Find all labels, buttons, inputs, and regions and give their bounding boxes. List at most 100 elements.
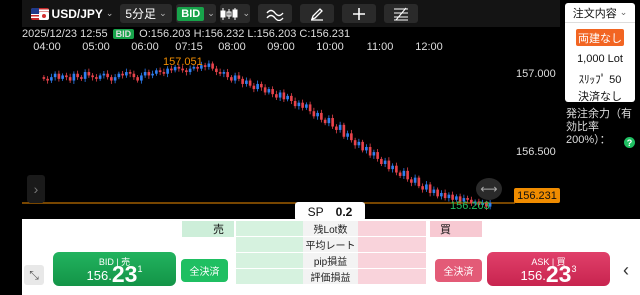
- settlement-value[interactable]: 決済なし: [565, 88, 635, 104]
- price-tick-label: 156.500: [516, 146, 556, 158]
- candle: [320, 109, 323, 123]
- candle: [237, 72, 241, 82]
- candle: [113, 74, 117, 84]
- candle: [260, 81, 263, 91]
- candle: [136, 75, 139, 83]
- chevron-down-icon: ⌄: [105, 8, 114, 18]
- ask-price-main: 23: [545, 261, 572, 287]
- buy-header: 買: [430, 221, 482, 237]
- candle: [338, 121, 342, 133]
- candle: [436, 187, 439, 199]
- currency-pair-selector[interactable]: USD/JPY ⌄: [28, 4, 116, 23]
- candle: [65, 72, 68, 81]
- candle: [110, 74, 113, 84]
- chevron-down-icon: ⌄: [242, 8, 250, 18]
- candle: [346, 130, 349, 140]
- candle: [286, 93, 289, 102]
- candle: [233, 72, 237, 84]
- candle: [57, 70, 61, 82]
- candle: [278, 90, 282, 101]
- chevron-right-icon: ›: [33, 181, 39, 197]
- candle: [102, 71, 106, 79]
- hedge-mode-button[interactable]: 両建なし: [576, 29, 624, 46]
- sell-position-column: [236, 221, 303, 286]
- average-rate-label: 平均レート: [303, 237, 358, 252]
- candle: [147, 69, 151, 79]
- candle: [106, 70, 109, 80]
- spread-box: SP 0.2: [295, 202, 365, 221]
- price-type-selector[interactable]: BID ⌄: [176, 4, 216, 23]
- order-settings-title: 注文内容: [572, 7, 617, 20]
- price-tick-label: 157.000: [516, 68, 556, 80]
- high-price-label: 157.051: [163, 56, 203, 68]
- candle: [312, 107, 316, 119]
- candle: [128, 69, 132, 78]
- sell-bid-button[interactable]: BID | 売 156. 23 1: [53, 252, 176, 286]
- candle: [335, 124, 338, 134]
- collapse-icon[interactable]: ⤡: [24, 265, 44, 285]
- help-icon[interactable]: ?: [624, 137, 635, 148]
- scroll-chart-handle[interactable]: ⟷: [476, 178, 502, 200]
- timeframe-selector[interactable]: 5分足 ⌄: [120, 4, 172, 23]
- candle: [218, 68, 222, 77]
- ask-price-pip: 3: [571, 264, 577, 274]
- settle-all-buy-button[interactable]: 全決済: [435, 259, 482, 282]
- current-price-tag: 156.231: [514, 188, 560, 203]
- candle: [256, 80, 259, 92]
- candle: [331, 114, 334, 129]
- candle: [413, 174, 417, 186]
- buy-ask-button[interactable]: ASK | 買 156. 23 3: [487, 252, 610, 286]
- slippage-value[interactable]: ｽﾘｯﾌﾟ 50: [565, 71, 635, 87]
- time-tick-label: 08:00: [218, 41, 246, 53]
- candle: [143, 68, 147, 78]
- candle: [42, 75, 46, 81]
- candle: [406, 167, 409, 182]
- chevron-left-icon[interactable]: ‹: [617, 255, 635, 285]
- candle: [203, 62, 207, 71]
- candle: [80, 75, 83, 81]
- indicator-icon: [266, 9, 284, 21]
- candle: [440, 190, 443, 200]
- candle: [132, 70, 136, 80]
- candle: [226, 68, 229, 80]
- spread-label: SP: [307, 204, 324, 219]
- bid-price-pip: 1: [137, 264, 143, 274]
- candle: [207, 60, 211, 70]
- expand-panel-button[interactable]: ›: [27, 175, 45, 203]
- candle: [87, 68, 91, 78]
- order-settings-header[interactable]: 注文内容 ⌄: [565, 3, 635, 23]
- candle: [46, 76, 49, 84]
- candle: [398, 170, 402, 178]
- candle: [185, 67, 188, 76]
- candle: [323, 117, 327, 126]
- candle: [350, 129, 353, 143]
- crosshair-button[interactable]: [342, 4, 376, 23]
- candle: [297, 100, 301, 110]
- candle: [263, 84, 267, 96]
- candle: [425, 181, 428, 192]
- timeframe-label: 5分足: [125, 7, 157, 21]
- draw-tool-button[interactable]: [300, 4, 334, 23]
- candle: [50, 73, 53, 83]
- chart-type-button[interactable]: ⌄: [220, 4, 250, 23]
- time-tick-label: 10:00: [316, 41, 344, 53]
- indicator-button[interactable]: [258, 4, 292, 23]
- candle: [305, 102, 308, 110]
- candle: [357, 138, 361, 148]
- candle: [271, 86, 274, 98]
- candle: [395, 162, 398, 176]
- time-tick-label: 06:00: [131, 41, 159, 53]
- top-toolbar: USD/JPY ⌄ 5分足 ⌄ BID ⌄ ⌄: [22, 0, 560, 27]
- spread-value: 0.2: [335, 204, 353, 219]
- fibonacci-button[interactable]: [384, 4, 418, 23]
- buy-position-column: [358, 221, 426, 286]
- candle: [417, 175, 421, 189]
- settle-all-sell-button[interactable]: 全決済: [181, 259, 228, 282]
- lot-size-value[interactable]: 1,000 Lot: [565, 53, 635, 65]
- candle: [215, 65, 218, 76]
- candle: [383, 157, 387, 168]
- time-tick-label: 12:00: [415, 41, 443, 53]
- candle: [211, 61, 214, 71]
- remaining-lot-label: 残Lot数: [303, 221, 358, 236]
- ask-price-prefix: 156.: [520, 268, 546, 283]
